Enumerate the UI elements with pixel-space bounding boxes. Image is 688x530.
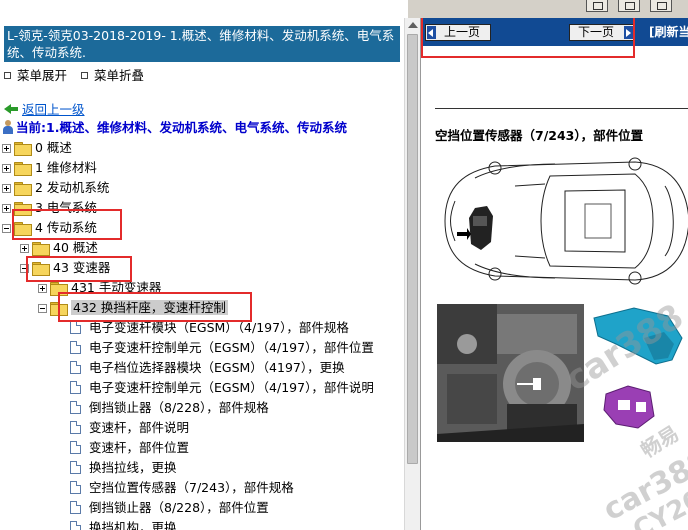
doc-item-label: 电子变速杆控制单元（EGSM）（4/197），部件位置 [89, 340, 374, 355]
doc-item-7[interactable]: 换挡拉线，更换 [70, 458, 177, 478]
doc-item-label: 电子变速杆控制单元（EGSM）（4/197），部件说明 [89, 380, 374, 395]
document-icon [70, 361, 81, 374]
expand-toggle-icon[interactable] [2, 204, 11, 213]
user-icon [2, 120, 14, 134]
doc-item-label: 倒挡锁止器（8/228），部件位置 [89, 500, 269, 515]
back-arrow-icon [4, 104, 18, 114]
expand-toggle-icon[interactable] [2, 144, 11, 153]
top-strip-gray [408, 0, 688, 18]
scrollbar-thumb[interactable] [407, 34, 418, 464]
window-button-2[interactable] [618, 0, 640, 12]
window-button-3[interactable] [650, 0, 672, 12]
menu-collapse-link[interactable]: 菜单折叠 [94, 68, 144, 83]
top-strip [0, 0, 688, 18]
menu-expand-link[interactable]: 菜单展开 [17, 68, 67, 83]
doc-heading: 空挡位置传感器（7/243），部件位置 [435, 128, 644, 143]
current-location-label: 当前:1.概述、维修材料、发动机系统、电气系统、传动系统 [16, 120, 347, 135]
window-button-1[interactable] [586, 0, 608, 12]
doc-item-2[interactable]: 电子档位选择器模块（EGSM）（4197），更换 [70, 358, 345, 378]
doc-item-1[interactable]: 电子变速杆控制单元（EGSM）（4/197），部件位置 [70, 338, 374, 358]
car-top-view-diagram [444, 157, 688, 285]
document-title: L-领克-领克03-2018-2019- 1.概述、维修材料、发动机系统、电气系… [4, 26, 400, 62]
doc-item-label: 换挡机构，更换 [89, 520, 177, 530]
annotation-box-shifter [58, 292, 252, 322]
doc-item-label: 倒挡锁止器（8/228），部件规格 [89, 400, 269, 415]
refresh-link[interactable]: [刷新当 [649, 24, 688, 41]
doc-item-label: 换挡拉线，更换 [89, 460, 177, 475]
document-icon [70, 461, 81, 474]
document-icon [70, 341, 81, 354]
collapse-toggle-icon[interactable] [2, 224, 11, 233]
doc-item-10[interactable]: 换挡机构，更换 [70, 518, 177, 530]
doc-item-8[interactable]: 空挡位置传感器（7/243），部件规格 [70, 478, 294, 498]
doc-item-label: 电子档位选择器模块（EGSM）（4197），更换 [89, 360, 345, 375]
tree-node-label: 1 维修材料 [35, 160, 97, 175]
tree-node-40[interactable]: 40 概述 [20, 238, 98, 258]
document-icon [70, 441, 81, 454]
tree-node-2[interactable]: 2 发动机系统 [2, 178, 109, 198]
document-icon [70, 501, 81, 514]
current-location: 当前:1.概述、维修材料、发动机系统、电气系统、传动系统 [2, 120, 347, 136]
tree-node-label: 0 概述 [35, 140, 72, 155]
back-link-label: 返回上一级 [22, 102, 85, 117]
document-icon [70, 481, 81, 494]
expand-toggle-icon[interactable] [2, 164, 11, 173]
right-panel: 上一页 下一页 [刷新当 空挡位置传感器（7/243），部件位置 car388 … [420, 18, 688, 530]
doc-item-label: 变速杆，部件说明 [89, 420, 190, 435]
collapse-toggle-icon[interactable] [38, 304, 47, 313]
folder-icon [14, 162, 32, 176]
folder-icon [14, 182, 32, 196]
tree-node-1[interactable]: 1 维修材料 [2, 158, 97, 178]
expand-square-icon [4, 72, 11, 79]
tree-node-label: 40 概述 [53, 240, 98, 255]
collapse-square-icon [81, 72, 89, 79]
folder-icon [14, 142, 32, 156]
document-icon [70, 321, 81, 334]
annotation-box-gearbox [26, 256, 132, 282]
expand-toggle-icon[interactable] [20, 244, 29, 253]
doc-item-5[interactable]: 变速杆，部件说明 [70, 418, 189, 438]
doc-item-label: 空挡位置传感器（7/243），部件规格 [89, 480, 294, 495]
document-icon [70, 421, 81, 434]
doc-item-4[interactable]: 倒挡锁止器（8/228），部件规格 [70, 398, 269, 418]
annotation-box-navigation [421, 18, 635, 58]
doc-item-9[interactable]: 倒挡锁止器（8/228），部件位置 [70, 498, 269, 518]
annotation-box-transmission [12, 209, 122, 240]
document-icon [70, 401, 81, 414]
doc-item-label: 电子变速杆模块（EGSM）（4/197），部件规格 [89, 320, 349, 335]
tree-node-label: 2 发动机系统 [35, 180, 110, 195]
back-link[interactable]: 返回上一级 [4, 102, 85, 118]
doc-item-6[interactable]: 变速杆，部件位置 [70, 438, 189, 458]
left-scrollbar[interactable] [404, 18, 420, 530]
scroll-up-arrow-icon[interactable] [408, 22, 418, 28]
divider [435, 108, 688, 109]
folder-icon [32, 242, 50, 256]
doc-item-3[interactable]: 电子变速杆控制单元（EGSM）（4/197），部件说明 [70, 378, 374, 398]
page: L-领克-领克03-2018-2019- 1.概述、维修材料、发动机系统、电气系… [0, 0, 688, 530]
document-icon [70, 381, 81, 394]
left-panel: L-领克-领克03-2018-2019- 1.概述、维修材料、发动机系统、电气系… [0, 18, 404, 530]
doc-item-label: 变速杆，部件位置 [89, 440, 190, 455]
document-icon [70, 521, 81, 530]
tree-node-0[interactable]: 0 概述 [2, 138, 72, 158]
menu-controls: 菜单展开 菜单折叠 [4, 68, 144, 84]
expand-toggle-icon[interactable] [2, 184, 11, 193]
expand-toggle-icon[interactable] [38, 284, 47, 293]
